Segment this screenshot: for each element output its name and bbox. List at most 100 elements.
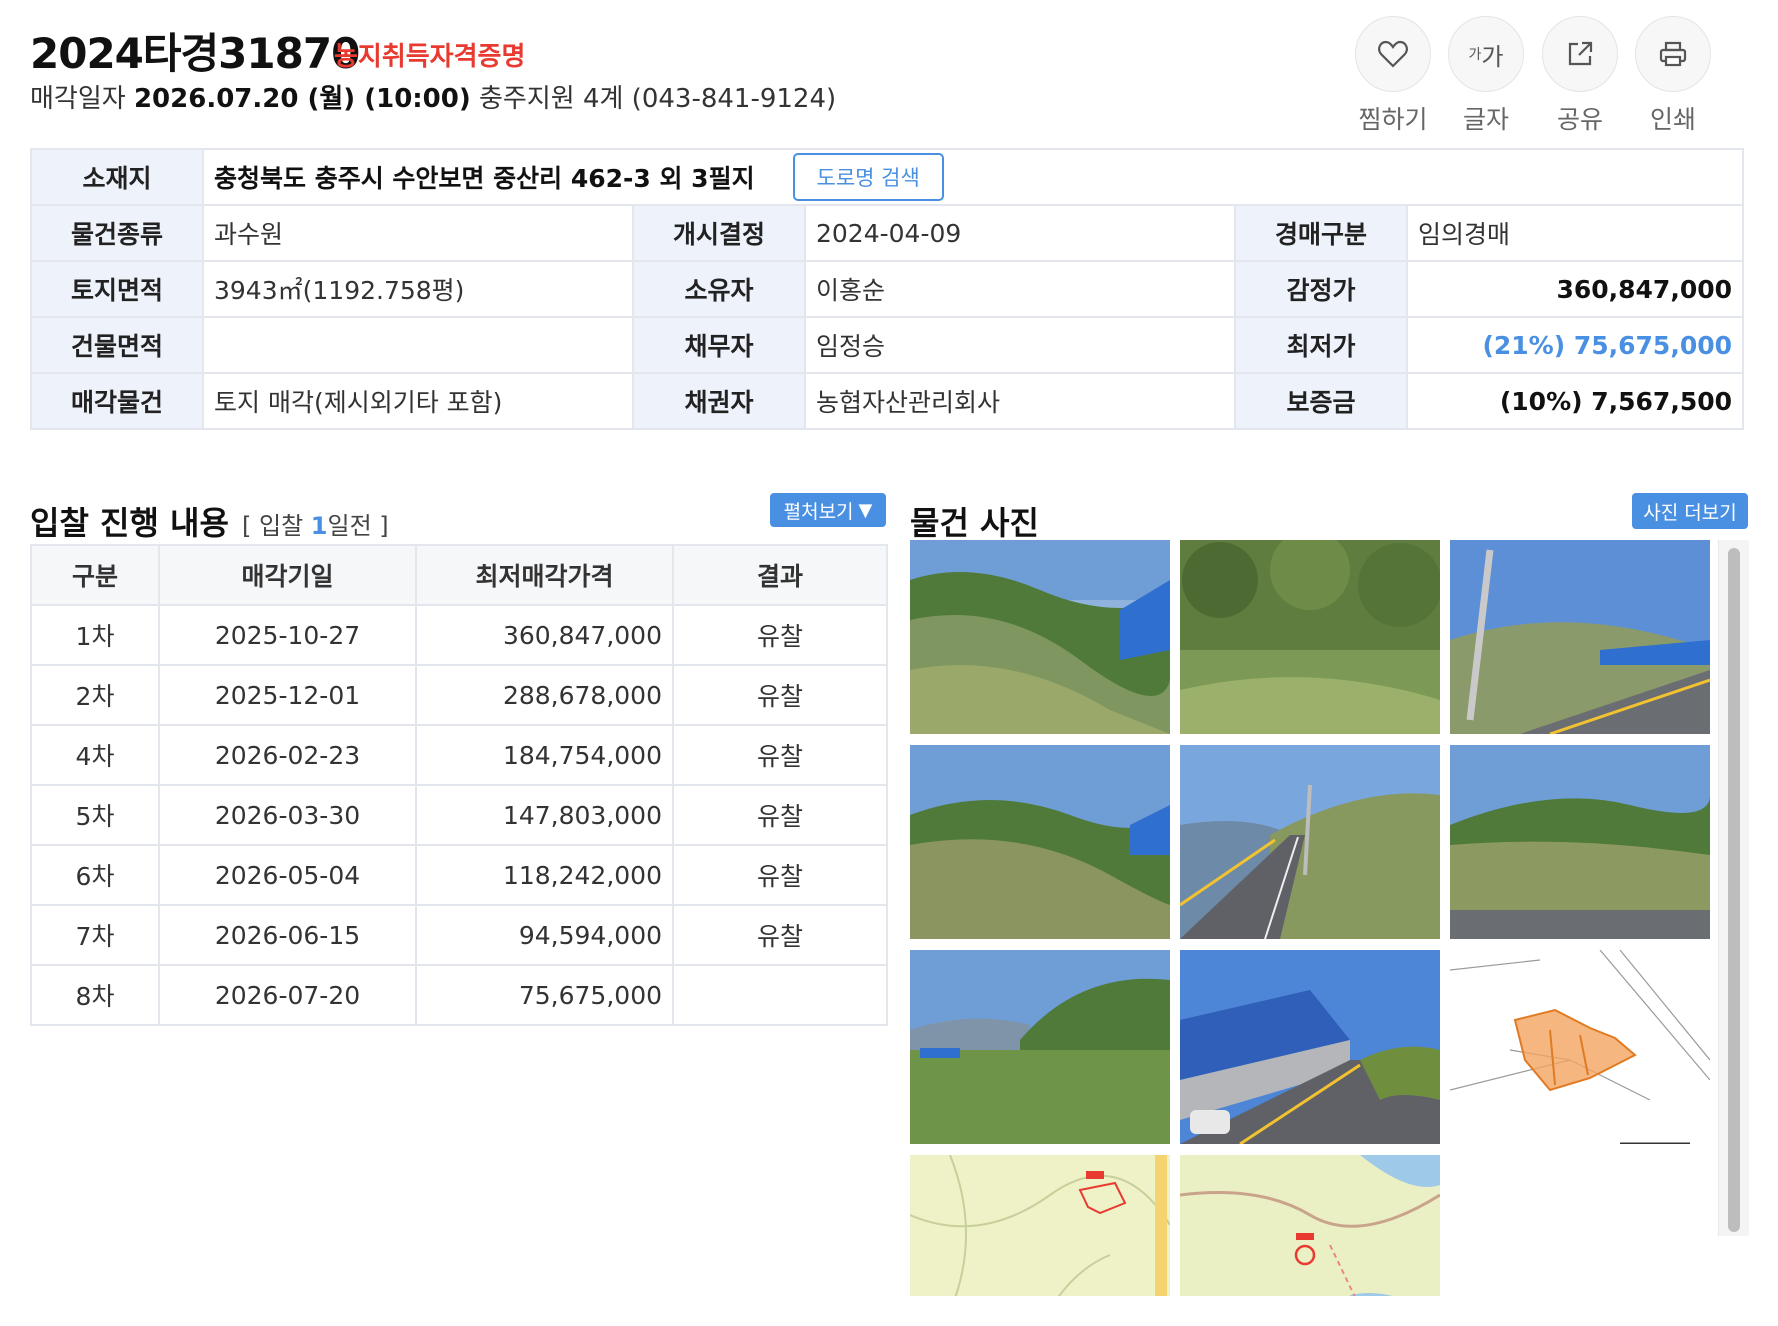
price-cell: 147,803,000 xyxy=(415,784,674,846)
address-row: 소재지 충청북도 충주시 수안보면 중산리 462-3 외 3필지 도로명 검색 xyxy=(30,148,1745,206)
info-row: 건물면적 채무자 임정승 최저가 (21%) 75,675,000 xyxy=(30,316,1745,374)
price-cell: 118,242,000 xyxy=(415,844,674,906)
property-photo[interactable] xyxy=(1180,540,1440,734)
owner-label: 소유자 xyxy=(632,260,806,318)
photo-gallery-scrollbar[interactable] xyxy=(1718,540,1749,1236)
bid-countdown: [ 입찰 1일전 ] xyxy=(242,506,389,541)
round-header: 구분 xyxy=(30,544,160,606)
table-row: 7차 2026-06-15 94,594,000 유찰 xyxy=(30,904,888,966)
action-toolbar: 찜하기 가가 글자 공유 인쇄 xyxy=(1343,16,1763,134)
land-map[interactable] xyxy=(910,1155,1170,1296)
sale-date-cell: 2026-03-30 xyxy=(158,784,417,846)
round-cell: 5차 xyxy=(30,784,160,846)
sale-date-cell: 2026-05-04 xyxy=(158,844,417,906)
property-photo[interactable] xyxy=(910,540,1170,734)
result-cell xyxy=(672,964,888,1026)
debtor-value: 임정승 xyxy=(804,316,1236,374)
address-cell: 충청북도 충주시 수안보면 중산리 462-3 외 3필지 도로명 검색 xyxy=(201,148,1745,206)
round-cell: 2차 xyxy=(30,664,160,726)
farmland-certificate-tag: 농지취득자격증명 xyxy=(334,42,526,72)
property-photo[interactable] xyxy=(1180,950,1440,1144)
owner-value: 이홍순 xyxy=(804,260,1236,318)
photo-gallery xyxy=(910,540,1748,1296)
debtor-label: 채무자 xyxy=(632,316,806,374)
font-size-label: 글자 xyxy=(1462,105,1509,134)
bookmark-label: 찜하기 xyxy=(1358,105,1428,134)
info-row: 토지면적 3943㎡(1192.758평) 소유자 이홍순 감정가 360,84… xyxy=(30,260,1745,318)
table-row: 1차 2025-10-27 360,847,000 유찰 xyxy=(30,604,888,666)
result-cell: 유찰 xyxy=(672,784,888,846)
building-area-value xyxy=(202,316,634,374)
creditor-label: 채권자 xyxy=(632,372,806,430)
print-label: 인쇄 xyxy=(1649,105,1696,134)
auction-type-value: 임의경매 xyxy=(1405,204,1745,262)
font-size-button[interactable]: 가가 글자 xyxy=(1436,16,1536,136)
sale-info-line: 매각일자 2026.07.20 (월) (10:00) 충주지원 4계 (043… xyxy=(30,78,836,115)
address-label: 소재지 xyxy=(30,148,204,206)
expand-label: 펼처보기 xyxy=(783,500,854,523)
table-row: 5차 2026-03-30 147,803,000 유찰 xyxy=(30,784,888,846)
sale-date-cell: 2025-12-01 xyxy=(158,664,417,726)
result-header: 결과 xyxy=(672,544,888,606)
bid-countdown-prefix: [ 입찰 xyxy=(242,512,304,540)
minimum-price-label: 최저가 xyxy=(1234,316,1408,374)
more-photos-button[interactable]: 사진 더보기 xyxy=(1632,493,1748,529)
property-photo[interactable] xyxy=(910,950,1170,1144)
table-row: 4차 2026-02-23 184,754,000 유찰 xyxy=(30,724,888,786)
property-photo[interactable] xyxy=(1450,540,1710,734)
property-type-label: 물건종류 xyxy=(30,204,204,262)
heart-icon xyxy=(1355,16,1431,92)
table-row: 8차 2026-07-20 75,675,000 xyxy=(30,964,888,1026)
table-row: 6차 2026-05-04 118,242,000 유찰 xyxy=(30,844,888,906)
round-cell: 6차 xyxy=(30,844,160,906)
case-number: 2024타경31870 xyxy=(30,29,360,78)
bid-history-table: 구분 매각기일 최저매각가격 결과 1차 2025-10-27 360,847,00… xyxy=(30,544,888,1026)
bid-progress-title: 입찰 진행 내용 xyxy=(30,504,229,542)
expand-button[interactable]: 펼처보기 ▼ xyxy=(770,493,886,527)
road-name-search-button[interactable]: 도로명 검색 xyxy=(792,153,944,201)
round-cell: 4차 xyxy=(30,724,160,786)
appraisal-label: 감정가 xyxy=(1234,260,1408,318)
property-photo[interactable] xyxy=(910,745,1170,939)
sale-date-cell: 2025-10-27 xyxy=(158,604,417,666)
result-cell: 유찰 xyxy=(672,724,888,786)
start-decision-label: 개시결정 xyxy=(632,204,806,262)
property-photo[interactable] xyxy=(1450,745,1710,939)
price-cell: 94,594,000 xyxy=(415,904,674,966)
table-row: 2차 2025-12-01 288,678,000 유찰 xyxy=(30,664,888,726)
result-cell: 유찰 xyxy=(672,904,888,966)
land-area-label: 토지면적 xyxy=(30,260,204,318)
minimum-price-value: (21%) 75,675,000 xyxy=(1405,316,1745,374)
price-cell: 288,678,000 xyxy=(415,664,674,726)
cadastral-map[interactable] xyxy=(1450,950,1710,1144)
deposit-label: 보증금 xyxy=(1234,372,1408,430)
sale-date-cell: 2026-06-15 xyxy=(158,904,417,966)
result-cell: 유찰 xyxy=(672,664,888,726)
deposit-value: (10%) 7,567,500 xyxy=(1405,372,1745,430)
bookmark-button[interactable]: 찜하기 xyxy=(1343,16,1443,136)
land-area-value: 3943㎡(1192.758평) xyxy=(202,260,634,318)
price-cell: 184,754,000 xyxy=(415,724,674,786)
sale-date-header: 매각기일 xyxy=(158,544,417,606)
bid-header-row: 구분 매각기일 최저매각가격 결과 xyxy=(30,544,888,606)
caret-down-icon: ▼ xyxy=(858,499,873,521)
property-type-value: 과수원 xyxy=(202,204,634,262)
share-button[interactable]: 공유 xyxy=(1530,16,1630,136)
area-map[interactable] xyxy=(1180,1155,1440,1296)
scrollbar-thumb[interactable] xyxy=(1728,548,1740,1232)
auction-detail-page: 2024타경31870 농지취득자격증명 매각일자 2026.07.20 (월)… xyxy=(0,0,1778,1326)
round-cell: 1차 xyxy=(30,604,160,666)
round-cell: 7차 xyxy=(30,904,160,966)
print-button[interactable]: 인쇄 xyxy=(1623,16,1723,136)
court-info: 충주지원 4계 (043-841-9124) xyxy=(479,84,837,114)
result-cell: 유찰 xyxy=(672,604,888,666)
building-area-label: 건물면적 xyxy=(30,316,204,374)
print-icon xyxy=(1635,16,1711,92)
price-cell: 75,675,000 xyxy=(415,964,674,1026)
sale-date: 2026.07.20 (월) (10:00) xyxy=(133,84,471,114)
sale-date-label: 매각일자 xyxy=(30,84,126,114)
result-cell: 유찰 xyxy=(672,844,888,906)
sale-date-cell: 2026-02-23 xyxy=(158,724,417,786)
share-icon xyxy=(1542,16,1618,92)
property-photo[interactable] xyxy=(1180,745,1440,939)
